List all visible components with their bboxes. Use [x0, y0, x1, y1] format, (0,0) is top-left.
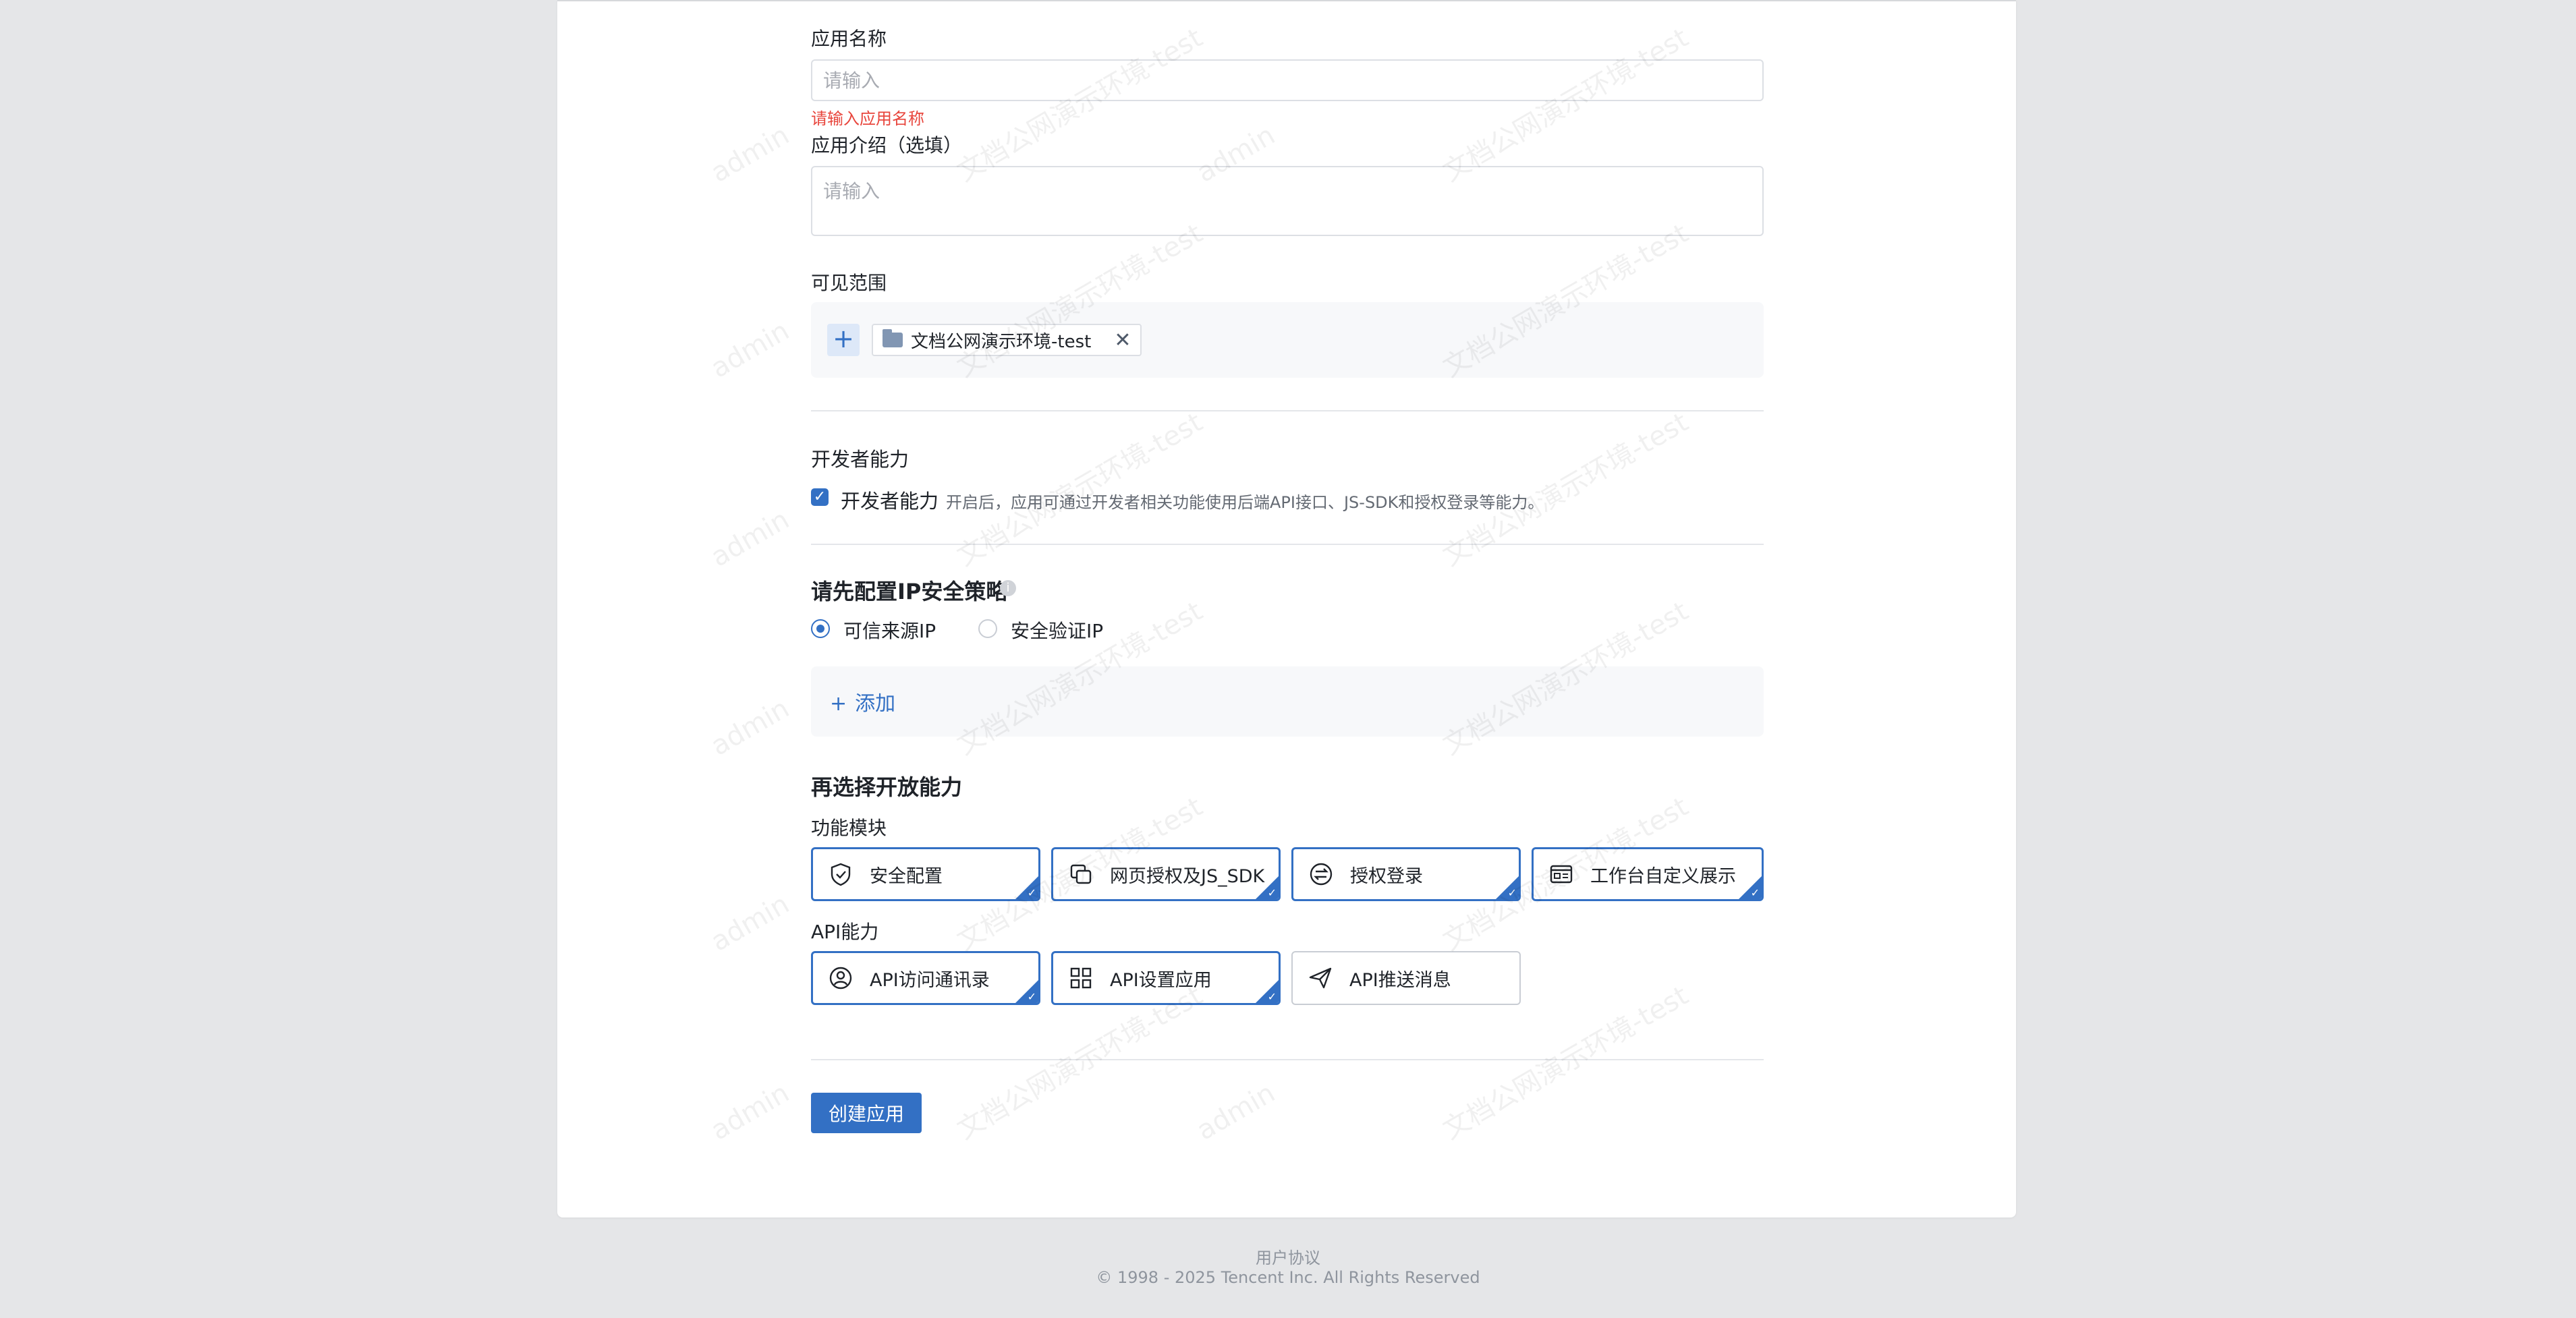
check-icon: ✓	[1027, 990, 1036, 1003]
watermark: admin	[706, 315, 795, 384]
watermark: admin	[706, 693, 795, 762]
api-label-text: API设置应用	[1110, 969, 1212, 991]
visibility-label: 可见范围	[811, 272, 887, 294]
plus-icon: +	[830, 692, 847, 716]
divider	[811, 544, 1764, 545]
app-intro-label: 应用介绍（选填）	[811, 134, 963, 156]
web-auth-icon	[1070, 864, 1092, 884]
api-push-message[interactable]: API推送消息	[1291, 951, 1521, 1005]
module-label: 安全配置	[870, 865, 943, 887]
api-label-text: API推送消息	[1349, 969, 1451, 991]
capabilities-title: 再选择开放能力	[811, 774, 963, 800]
grid-icon	[1070, 967, 1092, 989]
developer-hint: 开启后，应用可通过开发者相关功能使用后端API接口、JS-SDK和授权登录等能力…	[946, 493, 1544, 512]
shield-icon	[831, 863, 851, 886]
watermark: admin	[706, 1077, 795, 1147]
module-label: 授权登录	[1350, 865, 1423, 887]
api-label-text: API访问通讯录	[870, 969, 990, 991]
divider	[811, 410, 1764, 411]
form-card: 应用名称 请输入应用名称 应用介绍（选填） 可见范围 + 文档公网演示环境-te…	[557, 0, 2016, 1217]
module-label: 工作台自定义展示	[1590, 865, 1736, 887]
visibility-tag: 文档公网演示环境-test ✕	[872, 324, 1142, 356]
watermark: admin	[706, 119, 795, 189]
watermark: 文档公网演示环境-test	[952, 22, 1208, 188]
send-icon	[1309, 967, 1332, 989]
app-name-label: 应用名称	[811, 28, 887, 50]
add-visibility-button[interactable]: +	[827, 324, 860, 356]
workbench-icon	[1550, 865, 1573, 884]
contact-icon	[829, 967, 852, 990]
visibility-panel: + 文档公网演示环境-test ✕	[811, 302, 1764, 378]
user-agreement-link[interactable]: 用户协议	[0, 1244, 2576, 1268]
watermark: admin	[1192, 1077, 1281, 1147]
app-name-input[interactable]	[811, 59, 1764, 101]
modules-label: 功能模块	[811, 817, 887, 839]
module-security-config[interactable]: 安全配置 ✓	[811, 847, 1040, 901]
divider	[811, 1059, 1764, 1060]
module-web-auth-jssdk[interactable]: 网页授权及JS_SDK ✓	[1051, 847, 1281, 901]
api-set-app[interactable]: API设置应用 ✓	[1051, 951, 1281, 1005]
ip-list-panel: + 添加	[811, 666, 1764, 737]
create-app-button[interactable]: 创建应用	[811, 1093, 922, 1133]
watermark: 文档公网演示环境-test	[1438, 407, 1694, 573]
module-label: 网页授权及JS_SDK	[1110, 865, 1265, 887]
developer-checkbox-label[interactable]: 开发者能力	[841, 486, 939, 514]
module-workbench-display[interactable]: 工作台自定义展示 ✓	[1532, 847, 1764, 901]
api-label: API能力	[811, 921, 879, 943]
module-auth-login[interactable]: 授权登录 ✓	[1291, 847, 1521, 901]
user-agreement-text[interactable]: 用户协议	[1256, 1249, 1320, 1267]
top-divider	[557, 0, 2016, 1]
check-icon: ✓	[1027, 886, 1036, 899]
radio-verify-ip-label[interactable]: 安全验证IP	[1011, 617, 1103, 643]
remove-tag-icon[interactable]: ✕	[1114, 328, 1131, 352]
swap-icon	[1310, 863, 1333, 886]
check-icon: ✓	[1507, 886, 1517, 899]
add-ip-label: 添加	[855, 692, 896, 716]
developer-section-title: 开发者能力	[811, 448, 909, 471]
watermark: 文档公网演示环境-test	[1438, 22, 1694, 188]
check-icon: ✓	[1267, 886, 1277, 899]
app-intro-textarea[interactable]	[811, 166, 1764, 236]
watermark: admin	[706, 888, 795, 958]
info-icon[interactable]: i	[1000, 580, 1016, 596]
radio-trusted-ip-label[interactable]: 可信来源IP	[843, 617, 936, 643]
check-icon: ✓	[1750, 886, 1760, 899]
check-icon: ✓	[1267, 990, 1277, 1003]
api-contacts[interactable]: API访问通讯录 ✓	[811, 951, 1040, 1005]
developer-checkbox[interactable]: ✓	[811, 488, 829, 506]
radio-trusted-ip[interactable]	[811, 619, 830, 638]
add-ip-button[interactable]: + 添加	[830, 687, 895, 716]
watermark: admin	[706, 504, 795, 573]
folder-icon	[883, 329, 903, 347]
watermark: 文档公网演示环境-test	[952, 407, 1208, 573]
app-name-error: 请输入应用名称	[811, 109, 924, 128]
ip-policy-title: 请先配置IP安全策略	[811, 579, 1008, 604]
radio-verify-ip[interactable]	[978, 619, 997, 638]
visibility-tag-label: 文档公网演示环境-test	[911, 331, 1092, 352]
copyright: © 1998 - 2025 Tencent Inc. All Rights Re…	[1096, 1268, 1480, 1287]
